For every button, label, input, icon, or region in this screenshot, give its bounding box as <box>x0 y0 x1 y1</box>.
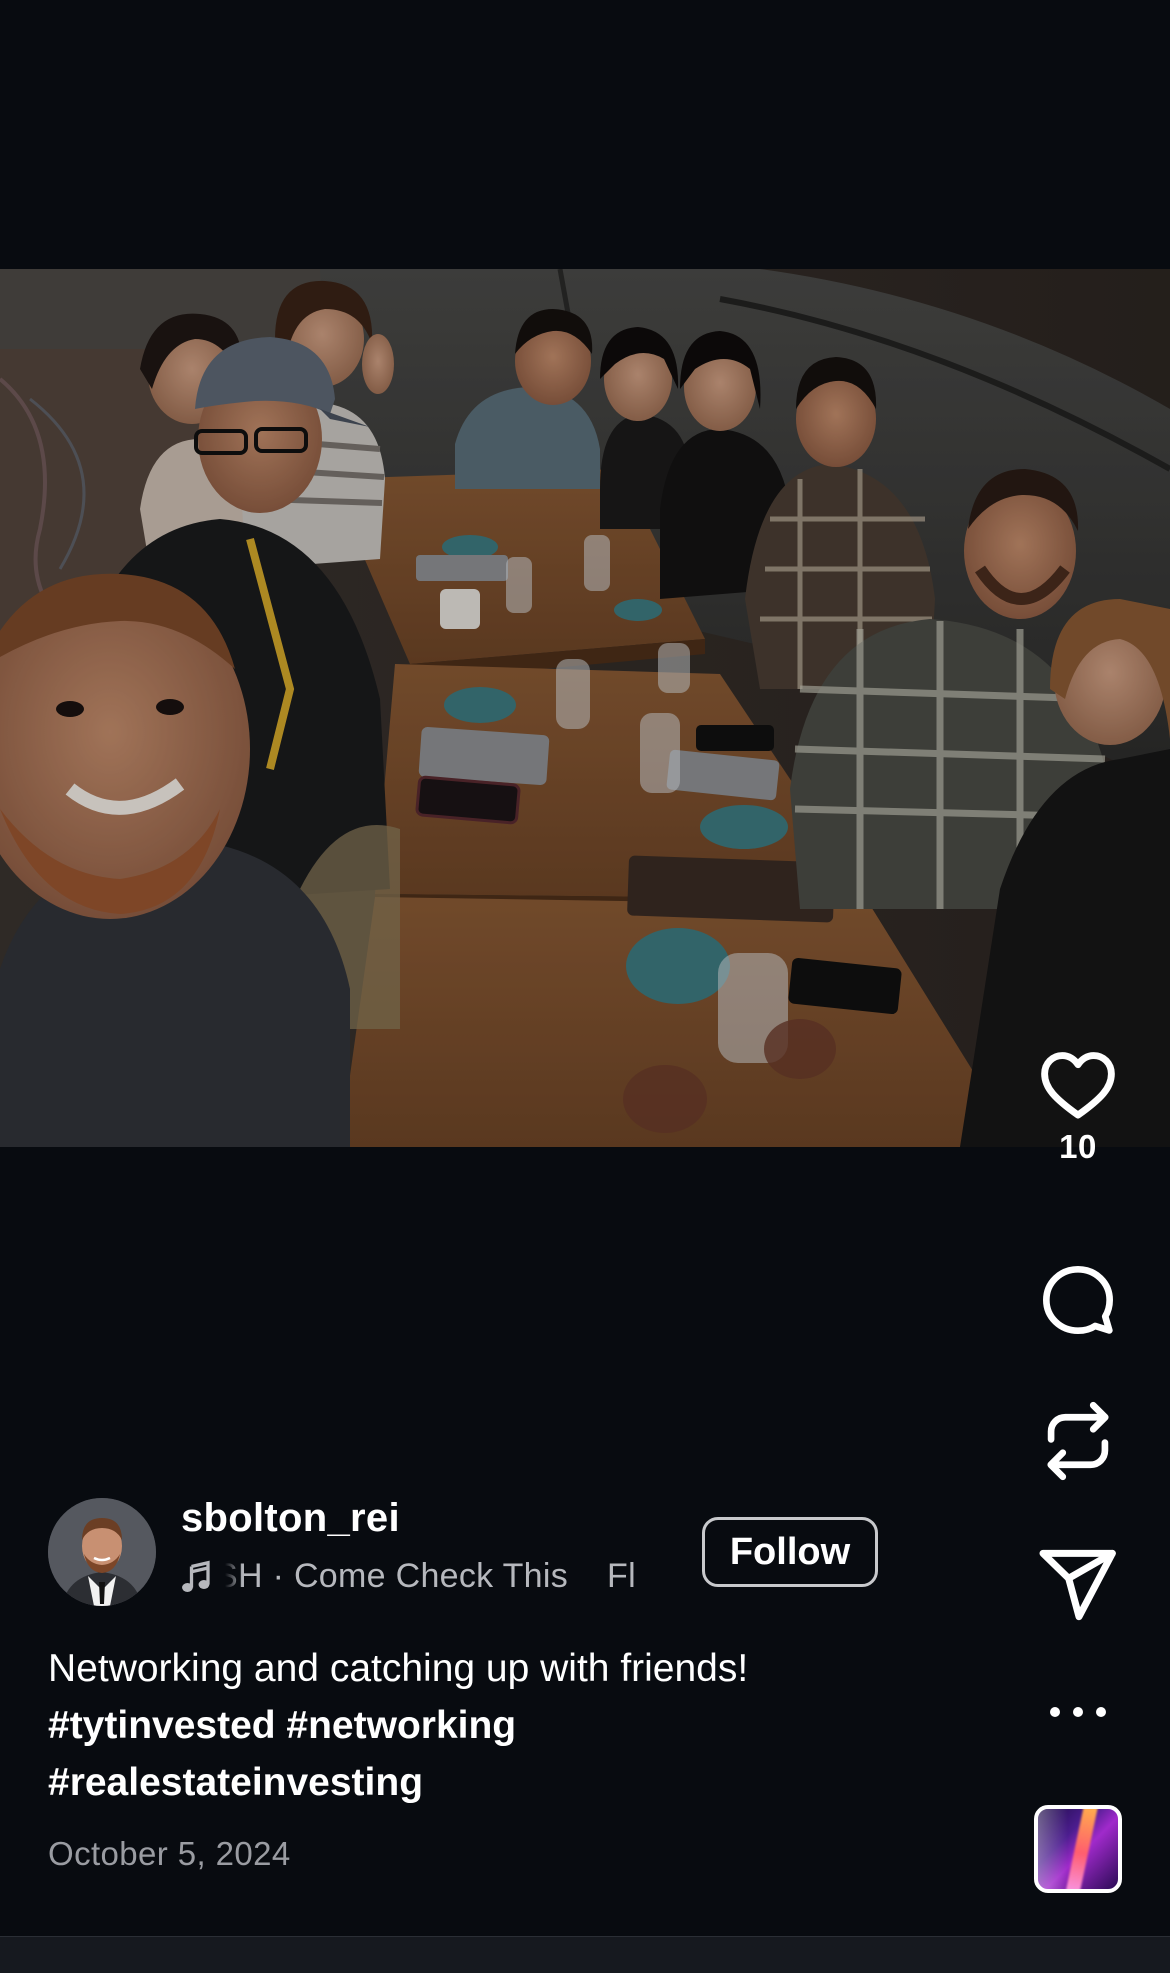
author-username[interactable]: sbolton_rei <box>181 1496 400 1541</box>
more-dots-icon <box>1096 1707 1106 1717</box>
more-dots-icon <box>1050 1707 1060 1717</box>
more-options-button[interactable] <box>1050 1692 1106 1732</box>
post-photo[interactable] <box>0 269 1170 1147</box>
share-button[interactable] <box>1030 1548 1126 1622</box>
heart-icon <box>1041 1052 1115 1119</box>
repost-button[interactable] <box>1030 1398 1126 1484</box>
comment-bubble-icon <box>1043 1265 1113 1335</box>
audio-cover-thumbnail[interactable] <box>1034 1805 1122 1893</box>
bottom-navigation-edge <box>0 1936 1170 1973</box>
audio-title: SH · Come Check This Fl <box>225 1557 636 1595</box>
post-date: October 5, 2024 <box>48 1835 291 1872</box>
author-avatar[interactable] <box>48 1498 156 1606</box>
comment-button[interactable] <box>1030 1262 1126 1338</box>
more-dots-icon <box>1073 1707 1083 1717</box>
thumbnail-glow <box>1038 1809 1068 1889</box>
caption-hashtags-line-2[interactable]: #realestateinvesting <box>48 1754 928 1811</box>
like-count: 10 <box>1059 1128 1097 1165</box>
repost-icon <box>1047 1401 1109 1481</box>
post-screen: 10 sbolton_rei SH · Come Check This Fl F… <box>0 0 1170 1973</box>
caption-hashtags-line-1[interactable]: #tytinvested #networking <box>48 1697 928 1754</box>
group-photo-illustration <box>0 269 1170 1147</box>
music-note-icon <box>182 1560 210 1592</box>
caption-text: Networking and catching up with friends! <box>48 1647 749 1690</box>
audio-marquee: SH · Come Check This Fl <box>225 1555 671 1599</box>
thumbnail-light-streak <box>1063 1809 1099 1889</box>
post-caption: Networking and catching up with friends!… <box>48 1640 928 1811</box>
audio-track-link[interactable]: SH · Come Check This Fl <box>181 1555 671 1599</box>
avatar-portrait <box>48 1498 156 1606</box>
like-button[interactable]: 10 <box>1030 1048 1126 1166</box>
paper-plane-icon <box>1039 1549 1116 1621</box>
follow-button[interactable]: Follow <box>702 1517 878 1587</box>
